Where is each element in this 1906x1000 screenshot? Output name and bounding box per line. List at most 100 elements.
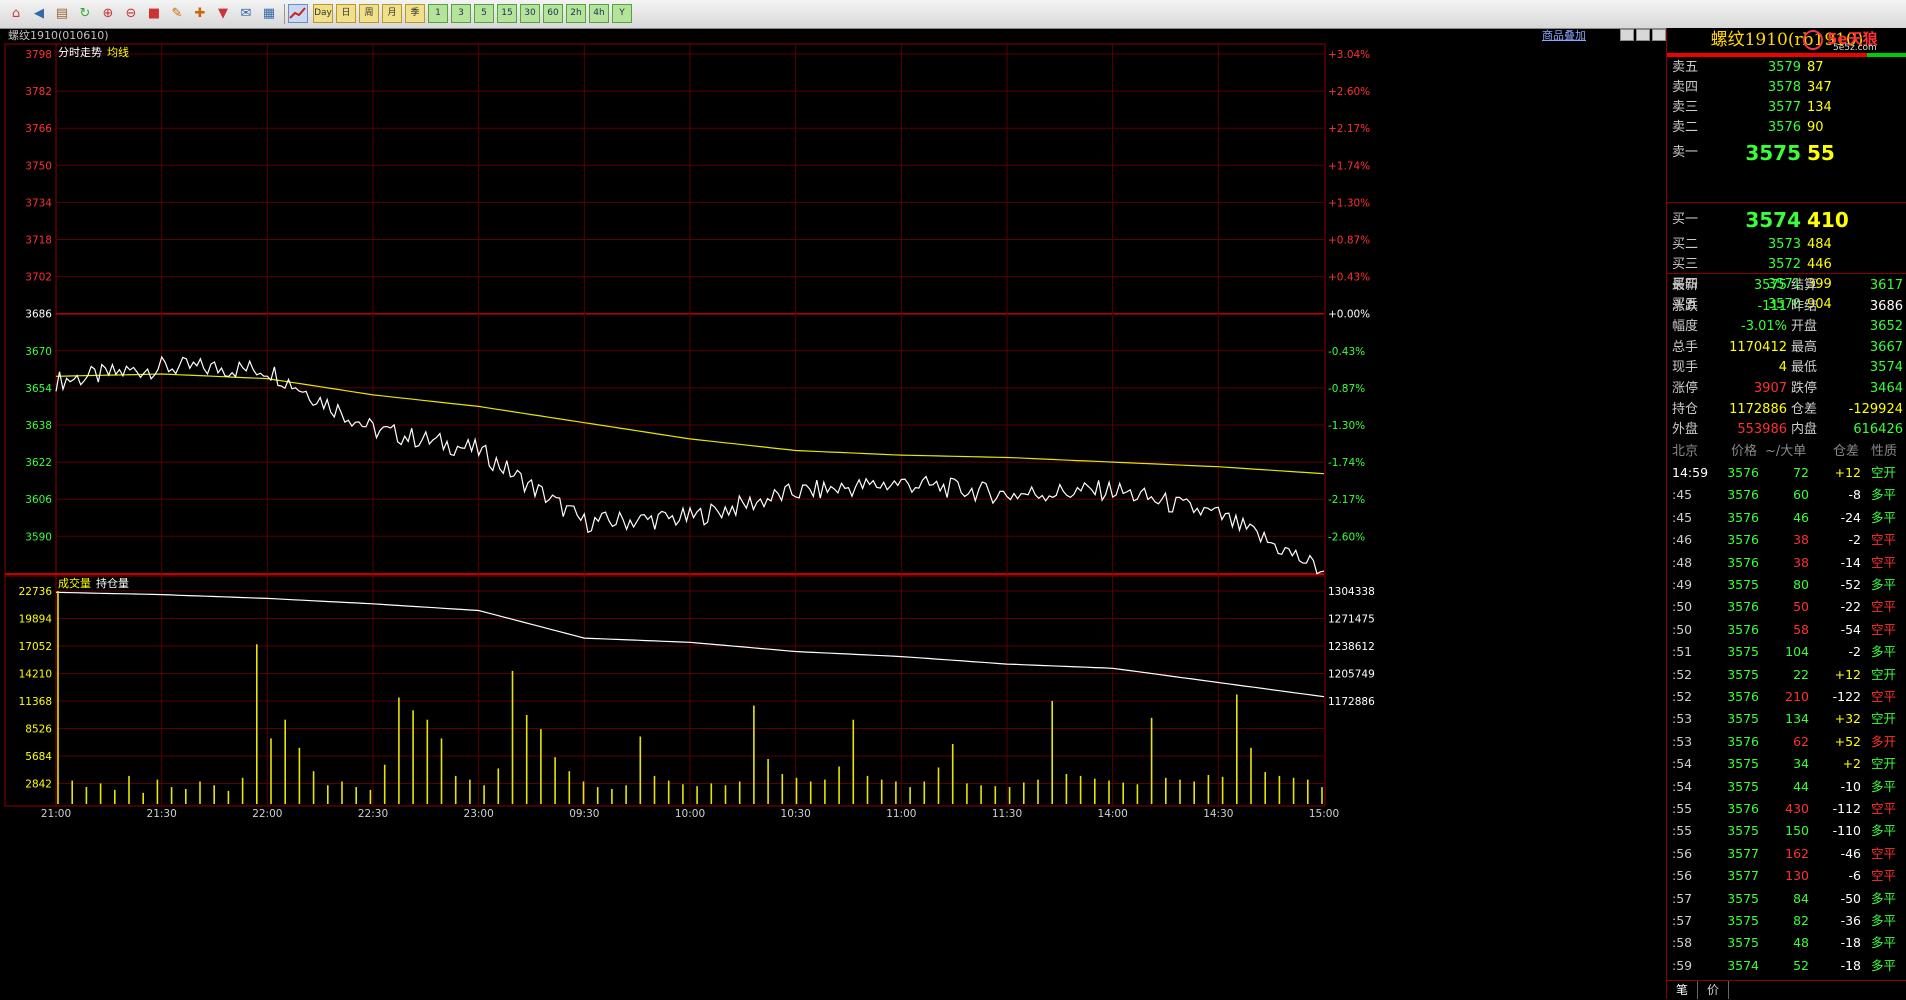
tick-header-diff: 仓差 xyxy=(1833,444,1860,459)
tick-nature: 多平 xyxy=(1871,823,1897,839)
tick-row[interactable]: :46 3576 38 -2 空平 xyxy=(1667,529,1906,551)
maximize-window-button[interactable] xyxy=(1636,29,1650,41)
bid-level-1[interactable]: 买一 3574 410 xyxy=(1667,205,1906,235)
tab-1[interactable]: 价 xyxy=(1698,981,1729,999)
tick-row[interactable]: :51 3575 104 -2 多平 xyxy=(1667,641,1906,663)
ask-level-5[interactable]: 卖五 3579 87 xyxy=(1667,58,1906,78)
commodity-overlay-link[interactable]: 商品叠加 xyxy=(1542,28,1586,44)
bid-level-2[interactable]: 买二 3573 484 xyxy=(1667,235,1906,255)
tab-0[interactable]: 笔 xyxy=(1667,981,1698,999)
stat-value: -3.01% xyxy=(1741,319,1787,335)
stat-row: 外盘 553986 内盘 616426 xyxy=(1667,420,1906,440)
tick-row[interactable]: :56 3577 130 -6 空平 xyxy=(1667,865,1906,887)
tick-oi-diff: -24 xyxy=(1840,509,1861,525)
tick-time: :56 xyxy=(1672,845,1693,861)
time-tick-label: 23:00 xyxy=(464,808,494,820)
chart-title: 螺纹1910(010610) xyxy=(8,29,109,42)
tick-time: :55 xyxy=(1672,823,1693,839)
price-tick-label: 3718 xyxy=(25,235,52,247)
restore-window-button[interactable] xyxy=(1620,29,1634,41)
tick-row[interactable]: :49 3575 80 -52 多平 xyxy=(1667,574,1906,596)
tick-volume: 430 xyxy=(1785,801,1809,816)
tick-row[interactable]: :50 3576 58 -54 空平 xyxy=(1667,619,1906,641)
tick-header-time: 北京 xyxy=(1672,444,1699,459)
tick-row[interactable]: 14:59 3576 72 +12 空开 xyxy=(1667,462,1906,484)
volume-tick-label: 17052 xyxy=(19,641,52,653)
bid-level-3[interactable]: 买三 3572 446 xyxy=(1667,255,1906,275)
close-window-button[interactable] xyxy=(1652,29,1666,41)
tick-row[interactable]: :55 3575 150 -110 多平 xyxy=(1667,820,1906,842)
tick-oi-diff: -122 xyxy=(1832,689,1861,704)
tick-volume: 52 xyxy=(1793,957,1809,973)
tick-price: 3575 xyxy=(1727,935,1759,951)
tick-time: :52 xyxy=(1672,666,1693,682)
tick-row[interactable]: :58 3575 48 -18 多平 xyxy=(1667,932,1906,954)
tick-row[interactable]: :45 3576 60 -8 多平 xyxy=(1667,484,1906,506)
ask-level-1[interactable]: 卖一 3575 55 xyxy=(1667,138,1906,168)
stat-label: 幅度 xyxy=(1672,319,1699,335)
tick-tabs: 笔价 xyxy=(1667,980,1906,1000)
tick-nature: 空平 xyxy=(1871,599,1897,615)
tick-volume: 34 xyxy=(1793,756,1809,772)
tick-row[interactable]: :53 3575 134 +32 空开 xyxy=(1667,708,1906,730)
ask-level-3[interactable]: 卖三 3577 134 xyxy=(1667,98,1906,118)
tick-volume: 62 xyxy=(1793,733,1809,749)
tick-oi-diff: -110 xyxy=(1832,823,1861,839)
tick-nature: 空平 xyxy=(1871,868,1897,884)
tick-row[interactable]: :53 3576 62 +52 多开 xyxy=(1667,731,1906,753)
tick-volume: 162 xyxy=(1785,845,1809,861)
tick-time: :55 xyxy=(1672,801,1693,816)
tick-row[interactable]: :52 3576 210 -122 空平 xyxy=(1667,686,1906,708)
tick-oi-diff: -2 xyxy=(1848,532,1861,548)
tick-nature: 多平 xyxy=(1871,957,1897,973)
book-volume: 410 xyxy=(1807,208,1849,232)
tick-row[interactable]: :50 3576 50 -22 空平 xyxy=(1667,596,1906,618)
tick-oi-diff: -50 xyxy=(1840,890,1861,906)
time-tick-label: 14:00 xyxy=(1098,808,1128,820)
ask-level-2[interactable]: 卖二 3576 90 xyxy=(1667,118,1906,138)
pct-tick-label: +0.43% xyxy=(1328,272,1370,284)
tick-price: 3576 xyxy=(1727,509,1759,525)
tick-row[interactable]: :57 3575 82 -36 多平 xyxy=(1667,910,1906,932)
tick-header-nature: 性质 xyxy=(1871,444,1898,459)
volume-tick-label: 19894 xyxy=(19,614,53,626)
time-tick-label: 10:30 xyxy=(781,808,811,820)
tick-row[interactable]: :57 3575 84 -50 多平 xyxy=(1667,888,1906,910)
tick-price: 3575 xyxy=(1727,644,1759,660)
book-label: 买二 xyxy=(1672,237,1699,252)
tick-row[interactable]: :45 3576 46 -24 多平 xyxy=(1667,507,1906,529)
tick-row[interactable]: :48 3576 38 -14 空平 xyxy=(1667,552,1906,574)
book-price: 3572 xyxy=(1767,257,1801,272)
ask-level-4[interactable]: 卖四 3578 347 xyxy=(1667,78,1906,98)
tick-time: :54 xyxy=(1672,756,1693,772)
tick-price: 3575 xyxy=(1727,577,1759,592)
book-price: 3575 xyxy=(1745,141,1801,165)
tick-row[interactable]: :59 3574 52 -18 多平 xyxy=(1667,955,1906,977)
stat-value: 1170412 xyxy=(1729,339,1787,355)
volume-tick-label: 5684 xyxy=(25,751,52,763)
price-panel-frame xyxy=(4,43,1326,575)
oi-tick-label: 1205749 xyxy=(1328,669,1375,681)
stat-value: 3667 xyxy=(1869,339,1903,355)
tick-price: 3576 xyxy=(1727,487,1759,503)
stat-row: 现手 4 最低 3574 xyxy=(1667,358,1906,378)
tick-row[interactable]: :56 3577 162 -46 空平 xyxy=(1667,843,1906,865)
tick-oi-diff: +52 xyxy=(1834,733,1861,749)
tick-volume: 150 xyxy=(1785,823,1809,839)
tick-price: 3576 xyxy=(1727,532,1759,548)
tick-time: :57 xyxy=(1672,890,1693,906)
tick-nature: 多平 xyxy=(1871,644,1897,660)
tick-row[interactable]: :54 3575 44 -10 多平 xyxy=(1667,776,1906,798)
tick-row[interactable]: :54 3575 34 +2 空开 xyxy=(1667,753,1906,775)
tick-oi-diff: -52 xyxy=(1840,577,1861,592)
stat-label: 仓差 xyxy=(1791,401,1818,417)
tick-time: :49 xyxy=(1672,577,1693,592)
book-price: 3577 xyxy=(1767,100,1801,115)
pct-tick-label: -0.87% xyxy=(1328,383,1365,395)
tick-nature: 多开 xyxy=(1871,733,1897,749)
tick-row[interactable]: :52 3575 22 +12 空开 xyxy=(1667,664,1906,686)
tick-oi-diff: -8 xyxy=(1848,487,1861,503)
tick-time: :54 xyxy=(1672,778,1693,794)
tick-row[interactable]: :55 3576 430 -112 空平 xyxy=(1667,798,1906,820)
tick-header-price: 价格 xyxy=(1731,444,1758,459)
